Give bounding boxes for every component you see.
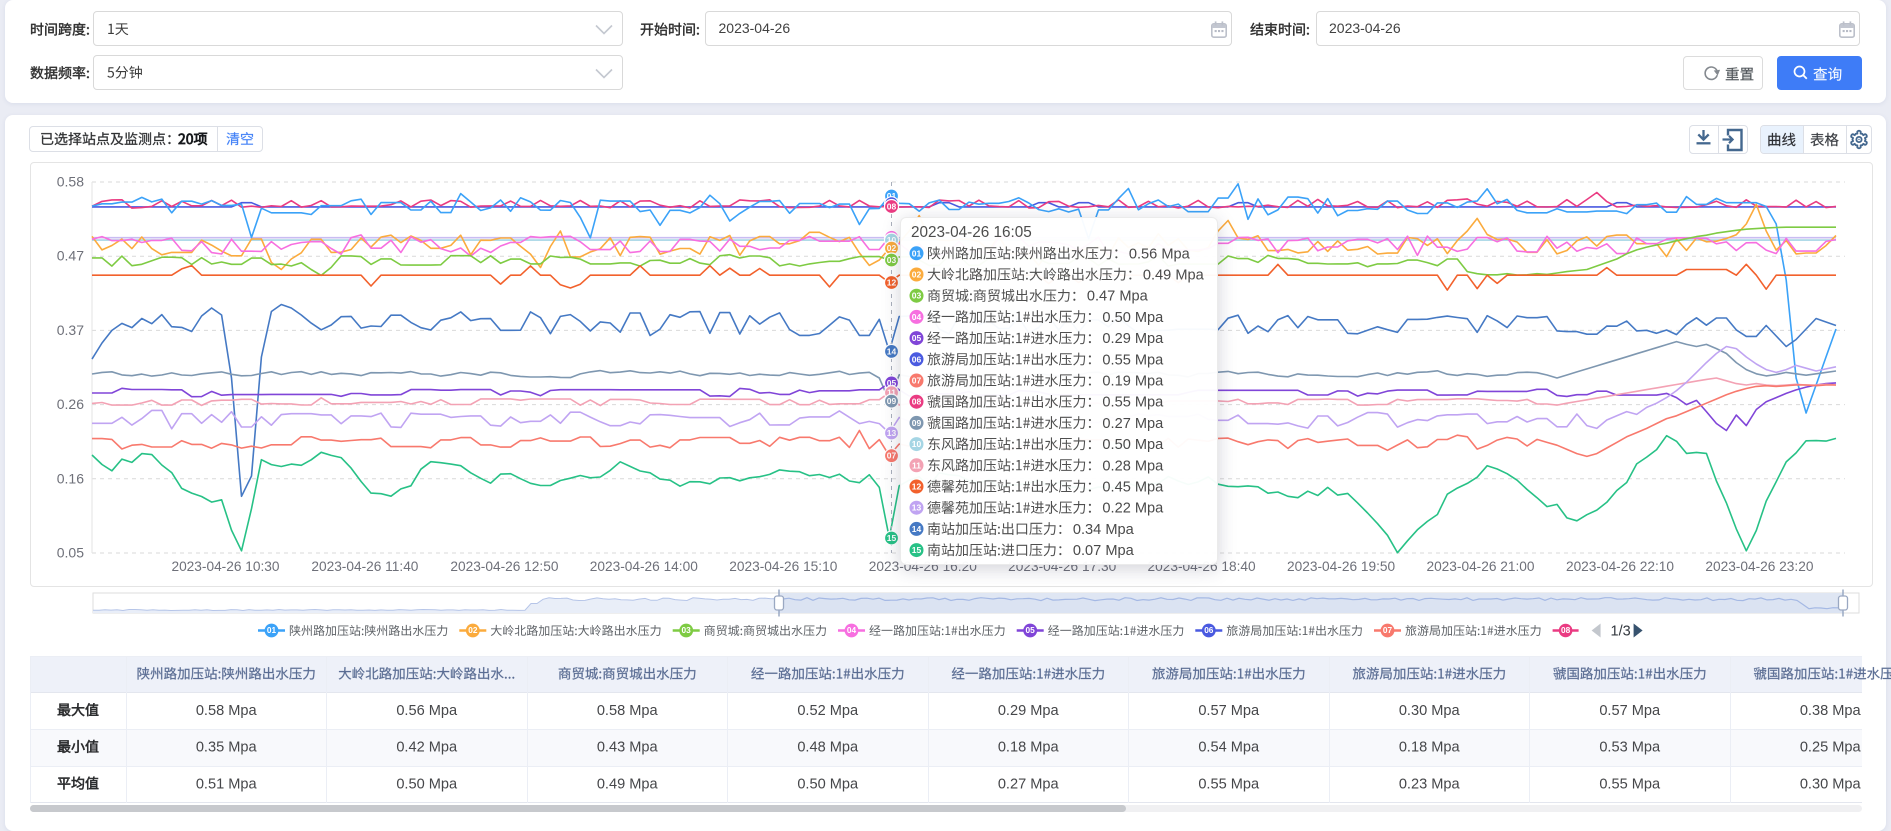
svg-text:12: 12 [912,482,922,492]
svg-text:04: 04 [912,312,922,322]
svg-text:01: 01 [912,248,922,258]
svg-text:0.25 Mpa: 0.25 Mpa [1800,740,1862,756]
svg-text:2023-04-26: 2023-04-26 [719,20,791,36]
svg-text:0.50 Mpa: 0.50 Mpa [1102,437,1164,453]
svg-text:0.58 Mpa: 0.58 Mpa [597,703,659,719]
svg-text:0.53 Mpa: 0.53 Mpa [1599,740,1661,756]
svg-text:14: 14 [912,524,922,534]
svg-text:05: 05 [1026,625,1036,635]
svg-text:0.28 Mpa: 0.28 Mpa [1102,458,1164,474]
svg-text:0.52 Mpa: 0.52 Mpa [797,703,859,719]
svg-text:0.18 Mpa: 0.18 Mpa [1399,740,1461,756]
svg-text:2023-04-26 16:05: 2023-04-26 16:05 [911,224,1032,241]
svg-text:07: 07 [912,376,922,386]
svg-text:0.55 Mpa: 0.55 Mpa [1198,776,1260,792]
svg-text:06: 06 [912,354,922,364]
svg-text:0.49 Mpa: 0.49 Mpa [597,776,659,792]
svg-text:0.30 Mpa: 0.30 Mpa [1399,703,1461,719]
svg-text:0.27 Mpa: 0.27 Mpa [998,776,1060,792]
svg-text:0.56 Mpa: 0.56 Mpa [1129,246,1191,262]
svg-text:0.56 Mpa: 0.56 Mpa [396,703,458,719]
svg-text:03: 03 [682,625,692,635]
svg-text:0.43 Mpa: 0.43 Mpa [597,740,659,756]
svg-text:0.50 Mpa: 0.50 Mpa [797,776,859,792]
svg-text:13: 13 [912,503,922,513]
svg-text:0.23 Mpa: 0.23 Mpa [1399,776,1461,792]
svg-text:02: 02 [912,270,922,280]
svg-text:06: 06 [1204,625,1214,635]
svg-text:15: 15 [912,545,922,555]
svg-text:0.29 Mpa: 0.29 Mpa [998,703,1060,719]
svg-text:0.38 Mpa: 0.38 Mpa [1800,703,1862,719]
svg-text:03: 03 [912,291,922,301]
svg-text:0.27 Mpa: 0.27 Mpa [1102,416,1164,432]
svg-text:08: 08 [1561,625,1571,635]
svg-text:1/3: 1/3 [1611,624,1631,640]
svg-text:0.55 Mpa: 0.55 Mpa [1102,352,1164,368]
svg-text:09: 09 [912,418,922,428]
svg-text:10: 10 [912,439,922,449]
svg-text:08: 08 [912,397,922,407]
svg-text:0.47 Mpa: 0.47 Mpa [1087,289,1149,305]
svg-text:02: 02 [468,625,478,635]
svg-text:11: 11 [912,460,921,470]
svg-text:0.07 Mpa: 0.07 Mpa [1073,543,1135,559]
svg-text:0.57 Mpa: 0.57 Mpa [1198,703,1260,719]
svg-text:0.42 Mpa: 0.42 Mpa [396,740,458,756]
svg-text:0.54 Mpa: 0.54 Mpa [1198,740,1260,756]
svg-text:04: 04 [847,625,857,635]
svg-text:0.50 Mpa: 0.50 Mpa [1102,310,1164,326]
svg-text:07: 07 [1383,625,1393,635]
svg-text:0.45 Mpa: 0.45 Mpa [1102,480,1164,496]
svg-text:0.35 Mpa: 0.35 Mpa [196,740,258,756]
svg-text:0.34 Mpa: 0.34 Mpa [1073,522,1135,538]
svg-text:01: 01 [267,625,277,635]
svg-text:0.30 Mpa: 0.30 Mpa [1800,776,1862,792]
svg-text:0.48 Mpa: 0.48 Mpa [797,740,859,756]
svg-text:0.29 Mpa: 0.29 Mpa [1102,331,1164,347]
svg-text:0.57 Mpa: 0.57 Mpa [1599,703,1661,719]
svg-text:0.51 Mpa: 0.51 Mpa [196,776,258,792]
svg-text:0.22 Mpa: 0.22 Mpa [1102,501,1164,517]
svg-text:05: 05 [912,333,922,343]
svg-text:0.49 Mpa: 0.49 Mpa [1143,268,1205,284]
svg-text:0.50 Mpa: 0.50 Mpa [396,776,458,792]
svg-text:2023-04-26: 2023-04-26 [1329,20,1401,36]
svg-text:0.18 Mpa: 0.18 Mpa [998,740,1060,756]
svg-text:0.58 Mpa: 0.58 Mpa [196,703,258,719]
svg-text:0.55 Mpa: 0.55 Mpa [1599,776,1661,792]
svg-text:0.55 Mpa: 0.55 Mpa [1102,395,1164,411]
svg-text:0.19 Mpa: 0.19 Mpa [1102,374,1164,390]
